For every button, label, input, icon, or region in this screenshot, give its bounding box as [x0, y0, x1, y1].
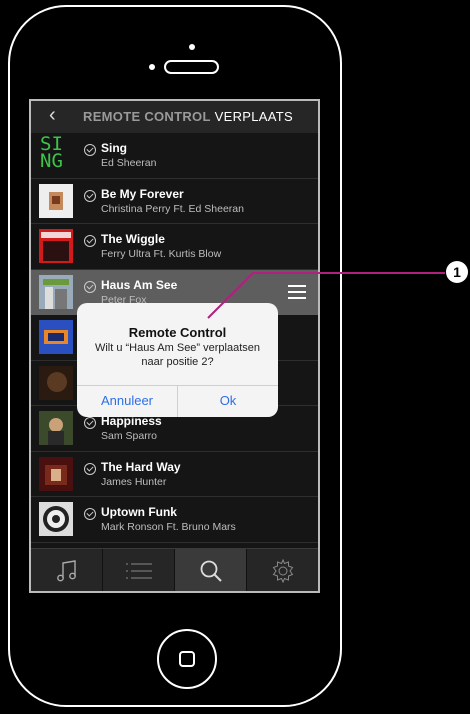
callout-line: [207, 272, 445, 319]
callout-badge: 1: [446, 261, 468, 283]
